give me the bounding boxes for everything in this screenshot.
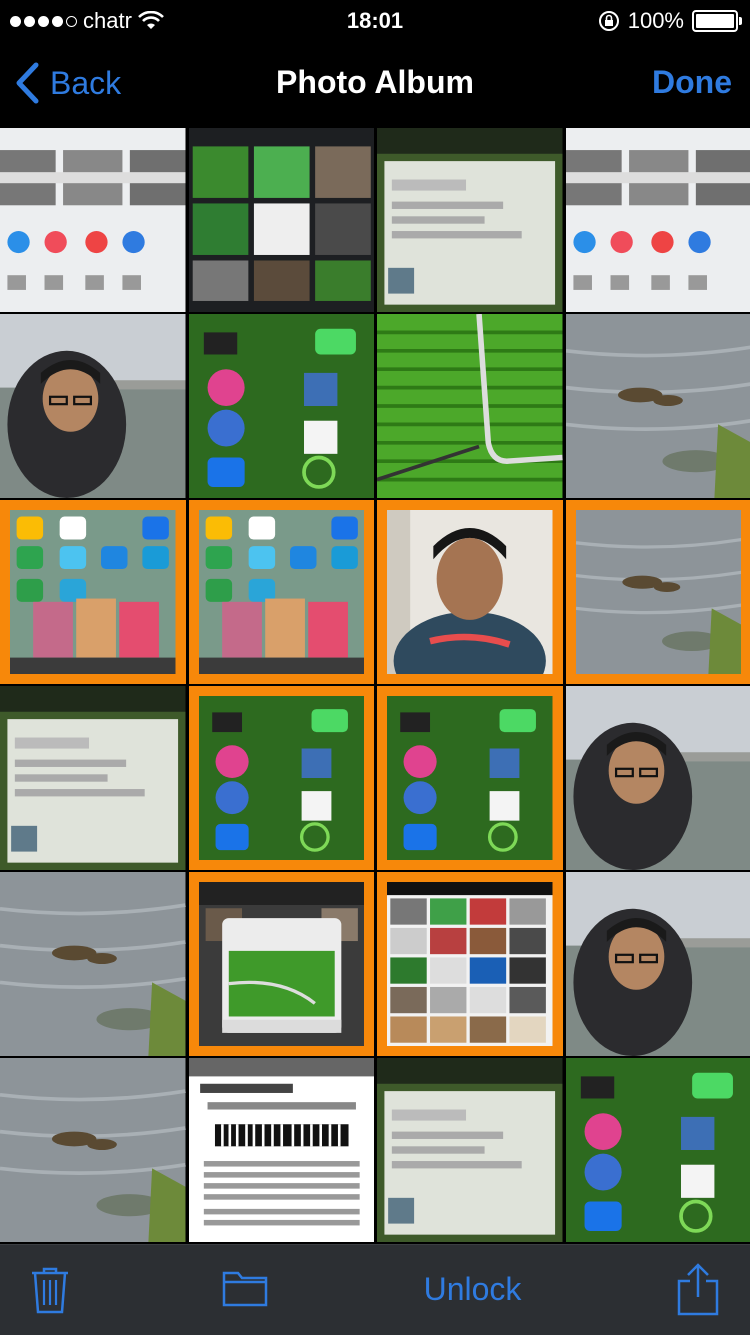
- page-title: Photo Album: [0, 64, 750, 101]
- photo-thumbnail[interactable]: [377, 314, 563, 498]
- photo-thumbnail-selected[interactable]: [377, 686, 563, 870]
- photo-thumbnail[interactable]: [0, 686, 186, 870]
- thumbnail-image: [576, 510, 742, 674]
- unlock-button[interactable]: Unlock: [0, 1271, 750, 1308]
- battery-icon: [692, 10, 738, 32]
- thumbnail-image: [199, 696, 365, 860]
- thumbnail-image: [566, 686, 750, 870]
- photo-thumbnail-selected[interactable]: [189, 872, 375, 1056]
- photo-thumbnail[interactable]: [566, 686, 750, 870]
- photo-thumbnail-selected[interactable]: [566, 500, 750, 684]
- photo-thumbnail[interactable]: [189, 314, 375, 498]
- photo-thumbnail[interactable]: [377, 128, 563, 312]
- thumbnail-image: [387, 510, 553, 674]
- photo-thumbnail-selected[interactable]: [0, 500, 186, 684]
- photo-thumbnail[interactable]: [0, 314, 186, 498]
- thumbnail-image: [0, 686, 186, 870]
- thumbnail-image: [0, 128, 186, 312]
- share-button[interactable]: [676, 1263, 720, 1322]
- photo-thumbnail[interactable]: [189, 1058, 375, 1242]
- thumbnail-image: [0, 872, 186, 1056]
- thumbnail-image: [0, 314, 186, 498]
- thumbnail-image: [199, 882, 365, 1046]
- photo-thumbnail[interactable]: [189, 128, 375, 312]
- photo-thumbnail-selected[interactable]: [189, 686, 375, 870]
- photo-thumbnail[interactable]: [566, 128, 750, 312]
- photo-thumbnail-selected[interactable]: [377, 500, 563, 684]
- photo-thumbnail[interactable]: [566, 314, 750, 498]
- photo-thumbnail[interactable]: [566, 1058, 750, 1242]
- navigation-bar: Back Photo Album Done: [0, 40, 750, 128]
- thumbnail-image: [387, 696, 553, 860]
- thumbnail-image: [189, 314, 375, 498]
- thumbnail-image: [566, 128, 750, 312]
- thumbnail-image: [377, 128, 563, 312]
- bottom-toolbar: Unlock: [0, 1244, 750, 1335]
- done-button[interactable]: Done: [652, 64, 732, 101]
- thumbnail-image: [189, 128, 375, 312]
- rotation-lock-icon: [598, 10, 620, 32]
- thumbnail-image: [387, 882, 553, 1046]
- photo-grid: [0, 128, 750, 1244]
- thumbnail-image: [377, 314, 563, 498]
- photo-thumbnail[interactable]: [0, 128, 186, 312]
- photo-thumbnail[interactable]: [377, 1058, 563, 1242]
- thumbnail-image: [189, 1058, 375, 1242]
- battery-percent: 100%: [628, 8, 684, 34]
- photo-thumbnail-selected[interactable]: [377, 872, 563, 1056]
- status-bar: chatr 18:01 100%: [0, 0, 750, 40]
- photo-thumbnail-selected[interactable]: [189, 500, 375, 684]
- thumbnail-image: [566, 872, 750, 1056]
- thumbnail-image: [377, 1058, 563, 1242]
- thumbnail-image: [0, 1058, 186, 1242]
- thumbnail-image: [199, 510, 365, 674]
- thumbnail-image: [566, 314, 750, 498]
- thumbnail-image: [566, 1058, 750, 1242]
- status-right: 100%: [598, 8, 738, 34]
- photo-thumbnail[interactable]: [566, 872, 750, 1056]
- photo-thumbnail[interactable]: [0, 872, 186, 1056]
- share-icon: [676, 1263, 720, 1317]
- thumbnail-image: [10, 510, 176, 674]
- photo-thumbnail[interactable]: [0, 1058, 186, 1242]
